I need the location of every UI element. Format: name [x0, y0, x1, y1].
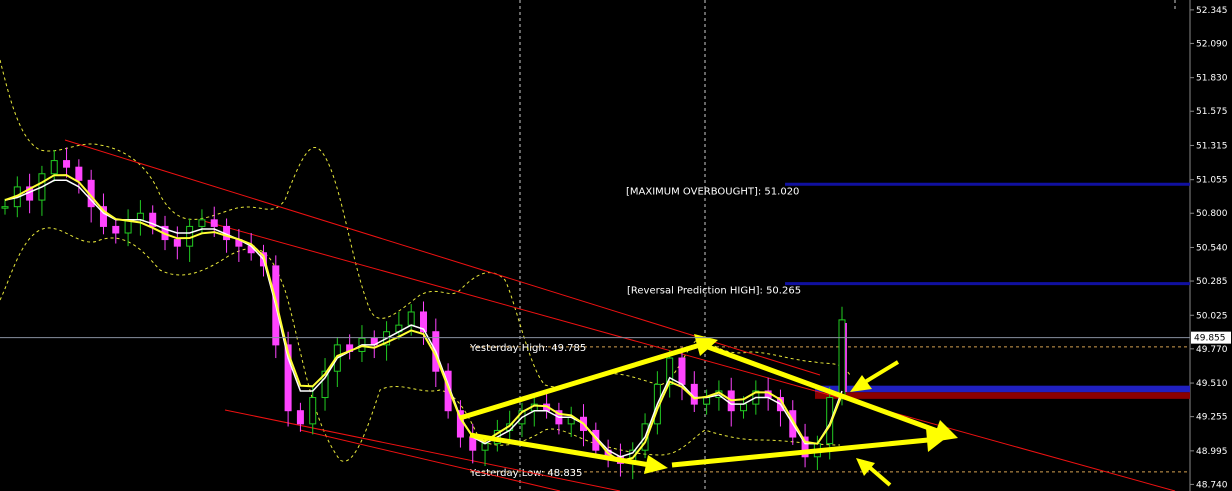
- candle-body: [666, 357, 674, 385]
- price-chart[interactable]: [MAXIMUM OVERBOUGHT]: 51.020 [Reversal Pr…: [0, 0, 1232, 491]
- candle-body: [678, 357, 686, 385]
- candle-body: [63, 160, 71, 168]
- candle-body: [210, 219, 218, 227]
- candle-body: [296, 410, 304, 425]
- price-tick-label: 50.285: [1196, 277, 1228, 287]
- price-tick-label: 51.575: [1196, 107, 1228, 117]
- candle-body: [740, 403, 748, 412]
- price-tick-label: 49.770: [1196, 345, 1228, 355]
- price-tick-label: 48.740: [1196, 480, 1228, 490]
- price-tick-label: 50.025: [1196, 311, 1228, 321]
- price-tick-label: 50.540: [1196, 243, 1228, 253]
- price-tick-label: 49.510: [1196, 379, 1228, 389]
- candle-body: [1, 206, 9, 209]
- candle-body: [112, 225, 120, 234]
- price-tick-label: 48.995: [1196, 447, 1228, 457]
- current-price-label: 49.855: [1194, 334, 1226, 344]
- candle-body: [198, 219, 206, 227]
- candle-body: [407, 311, 415, 326]
- candle-body: [173, 239, 181, 247]
- level-label: [Reversal Prediction HIGH]: 50.265: [627, 286, 801, 297]
- candle-body: [75, 166, 83, 181]
- red-zone: [815, 392, 1190, 399]
- price-tick-label: 49.255: [1196, 413, 1228, 423]
- candle-body: [838, 319, 846, 399]
- candle-body: [469, 436, 477, 451]
- candle-body: [703, 397, 711, 405]
- candle-body: [50, 160, 58, 175]
- chart-background: [0, 0, 1232, 491]
- level-label: [MAXIMUM OVERBOUGHT]: 51.020: [626, 186, 799, 197]
- candle-body: [481, 443, 489, 451]
- price-tick-label: 52.090: [1196, 39, 1228, 49]
- candle-body: [136, 212, 144, 221]
- candle-body: [309, 397, 317, 425]
- price-tick-label: 51.830: [1196, 74, 1228, 84]
- price-tick-label: 51.055: [1196, 176, 1228, 186]
- price-tick-label: 52.345: [1196, 6, 1228, 16]
- price-tick-label: 51.315: [1196, 141, 1228, 151]
- price-tick-label: 50.800: [1196, 209, 1228, 219]
